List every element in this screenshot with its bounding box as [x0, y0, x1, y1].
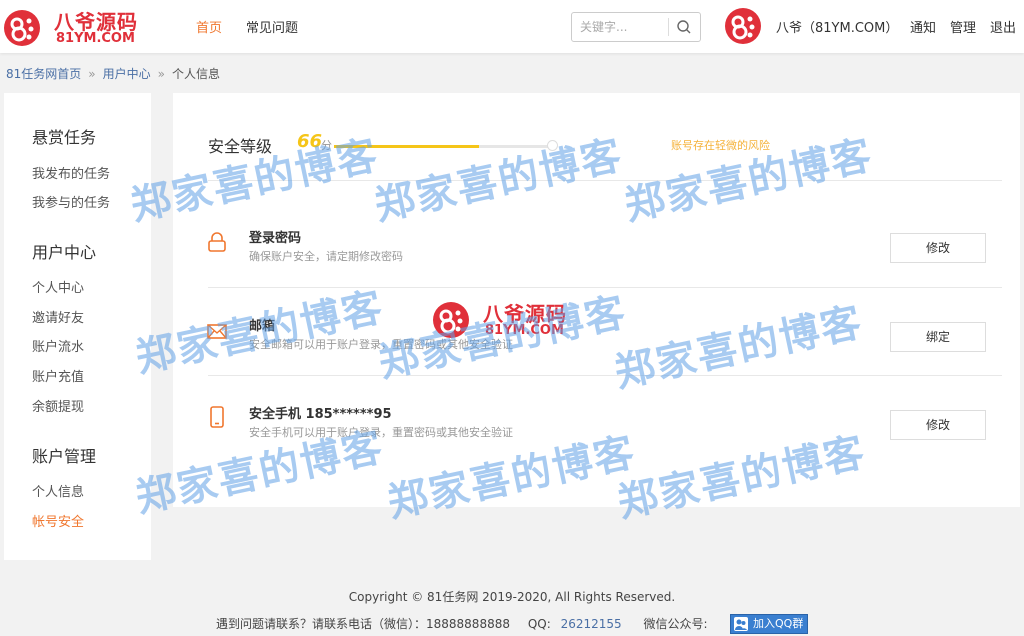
top-navbar: 八爷源码 81YM.COM 首页 常见问题 八爷（81YM.COM） 通知 管理… [0, 0, 1024, 53]
sidebar-group-title: 账户管理 [32, 447, 97, 466]
breadcrumb-home[interactable]: 81任务网首页 [6, 65, 81, 82]
breadcrumb-user-center[interactable]: 用户中心 [103, 65, 151, 82]
join-qq-group-button[interactable]: 加入QQ群 [730, 614, 808, 634]
sidebar-item-recharge[interactable]: 账户充值 [32, 366, 84, 385]
security-score-unit: 分 [321, 139, 332, 152]
sidebar-item-invite[interactable]: 邀请好友 [32, 307, 84, 326]
logo-mark-icon [433, 302, 469, 338]
security-level-title: 安全等级 [208, 137, 273, 156]
sidebar-item-account-security[interactable]: 帐号安全 [32, 511, 84, 530]
nav-faq[interactable]: 常见问题 [246, 17, 298, 36]
sidebar: 悬赏任务 我发布的任务 我参与的任务 用户中心 个人中心 邀请好友 账户流水 账… [4, 93, 151, 560]
divider [208, 180, 1002, 181]
sidebar-item-withdraw[interactable]: 余额提现 [32, 396, 84, 415]
search-icon [677, 20, 691, 34]
password-title: 登录密码 [249, 231, 302, 246]
footer-copyright: Copyright © 81任务网 2019-2020, All Rights … [348, 590, 676, 604]
security-panel: 安全等级 66 分 账号存在轻微的风险 登录密码 确保账户安全，请定期修改密码 … [173, 93, 1020, 507]
security-progress-handle [547, 140, 558, 151]
search-input[interactable] [580, 18, 666, 36]
bind-email-button[interactable]: 绑定 [890, 322, 986, 352]
search-divider [668, 18, 669, 36]
sidebar-group-title: 悬赏任务 [32, 128, 97, 147]
breadcrumb-separator: » [157, 67, 165, 81]
footer-contact: 遇到问题请联系？请联系电话（微信）：18888888888 [216, 617, 510, 631]
logo-domain: 81YM.COM [56, 31, 135, 46]
breadcrumb-current: 个人信息 [171, 67, 220, 81]
sidebar-item-transactions[interactable]: 账户流水 [32, 336, 84, 355]
logo-domain: 81YM.COM [485, 323, 564, 338]
admin-link[interactable]: 管理 [950, 17, 976, 36]
qq-group-label: 加入QQ群 [753, 617, 804, 630]
center-logo-watermark: 八爷源码 81YM.COM [433, 300, 583, 340]
sidebar-item-my-participated[interactable]: 我参与的任务 [32, 192, 110, 211]
sidebar-item-personal-center[interactable]: 个人中心 [32, 277, 84, 296]
footer-contact-line: 遇到问题请联系？请联系电话（微信）：18888888888 QQ: 262121… [216, 615, 708, 632]
avatar[interactable] [725, 8, 761, 44]
footer-qq-number[interactable]: 26212155 [561, 617, 622, 631]
footer-wechat-label: 微信公众号: [643, 617, 708, 631]
search-box [571, 12, 701, 42]
user-name[interactable]: 八爷（81YM.COM） [776, 17, 898, 36]
nav-home[interactable]: 首页 [196, 17, 222, 36]
qq-group-icon [734, 617, 748, 631]
breadcrumb: 81任务网首页 » 用户中心 » 个人信息 [6, 65, 220, 82]
logo-mark-icon [4, 10, 40, 46]
phone-title: 安全手机 185******95 [249, 407, 392, 422]
sidebar-item-profile[interactable]: 个人信息 [32, 481, 84, 500]
security-score: 66 [297, 131, 323, 152]
email-title: 邮箱 [249, 319, 276, 334]
avatar-logo-icon [731, 15, 755, 40]
security-progress-fill [334, 145, 480, 148]
phone-icon [206, 406, 228, 428]
footer-qq-label: QQ: [527, 617, 551, 631]
sidebar-group-title: 用户中心 [32, 243, 97, 262]
notify-link[interactable]: 通知 [910, 17, 936, 36]
breadcrumb-separator: » [88, 67, 96, 81]
divider [208, 287, 1002, 288]
lock-icon [206, 231, 228, 253]
password-desc: 确保账户安全，请定期修改密码 [249, 250, 403, 263]
change-password-button[interactable]: 修改 [890, 233, 986, 263]
search-button[interactable] [674, 18, 694, 36]
security-risk-text: 账号存在轻微的风险 [671, 139, 770, 152]
change-phone-button[interactable]: 修改 [890, 410, 986, 440]
security-progress-bar [334, 145, 554, 148]
logout-link[interactable]: 退出 [990, 17, 1016, 36]
mail-icon [206, 321, 228, 343]
site-logo[interactable]: 八爷源码 81YM.COM [4, 8, 154, 48]
divider [208, 375, 1002, 376]
phone-desc: 安全手机可以用于账户登录，重置密码或其他安全验证 [249, 426, 513, 439]
sidebar-item-my-published[interactable]: 我发布的任务 [32, 163, 110, 182]
